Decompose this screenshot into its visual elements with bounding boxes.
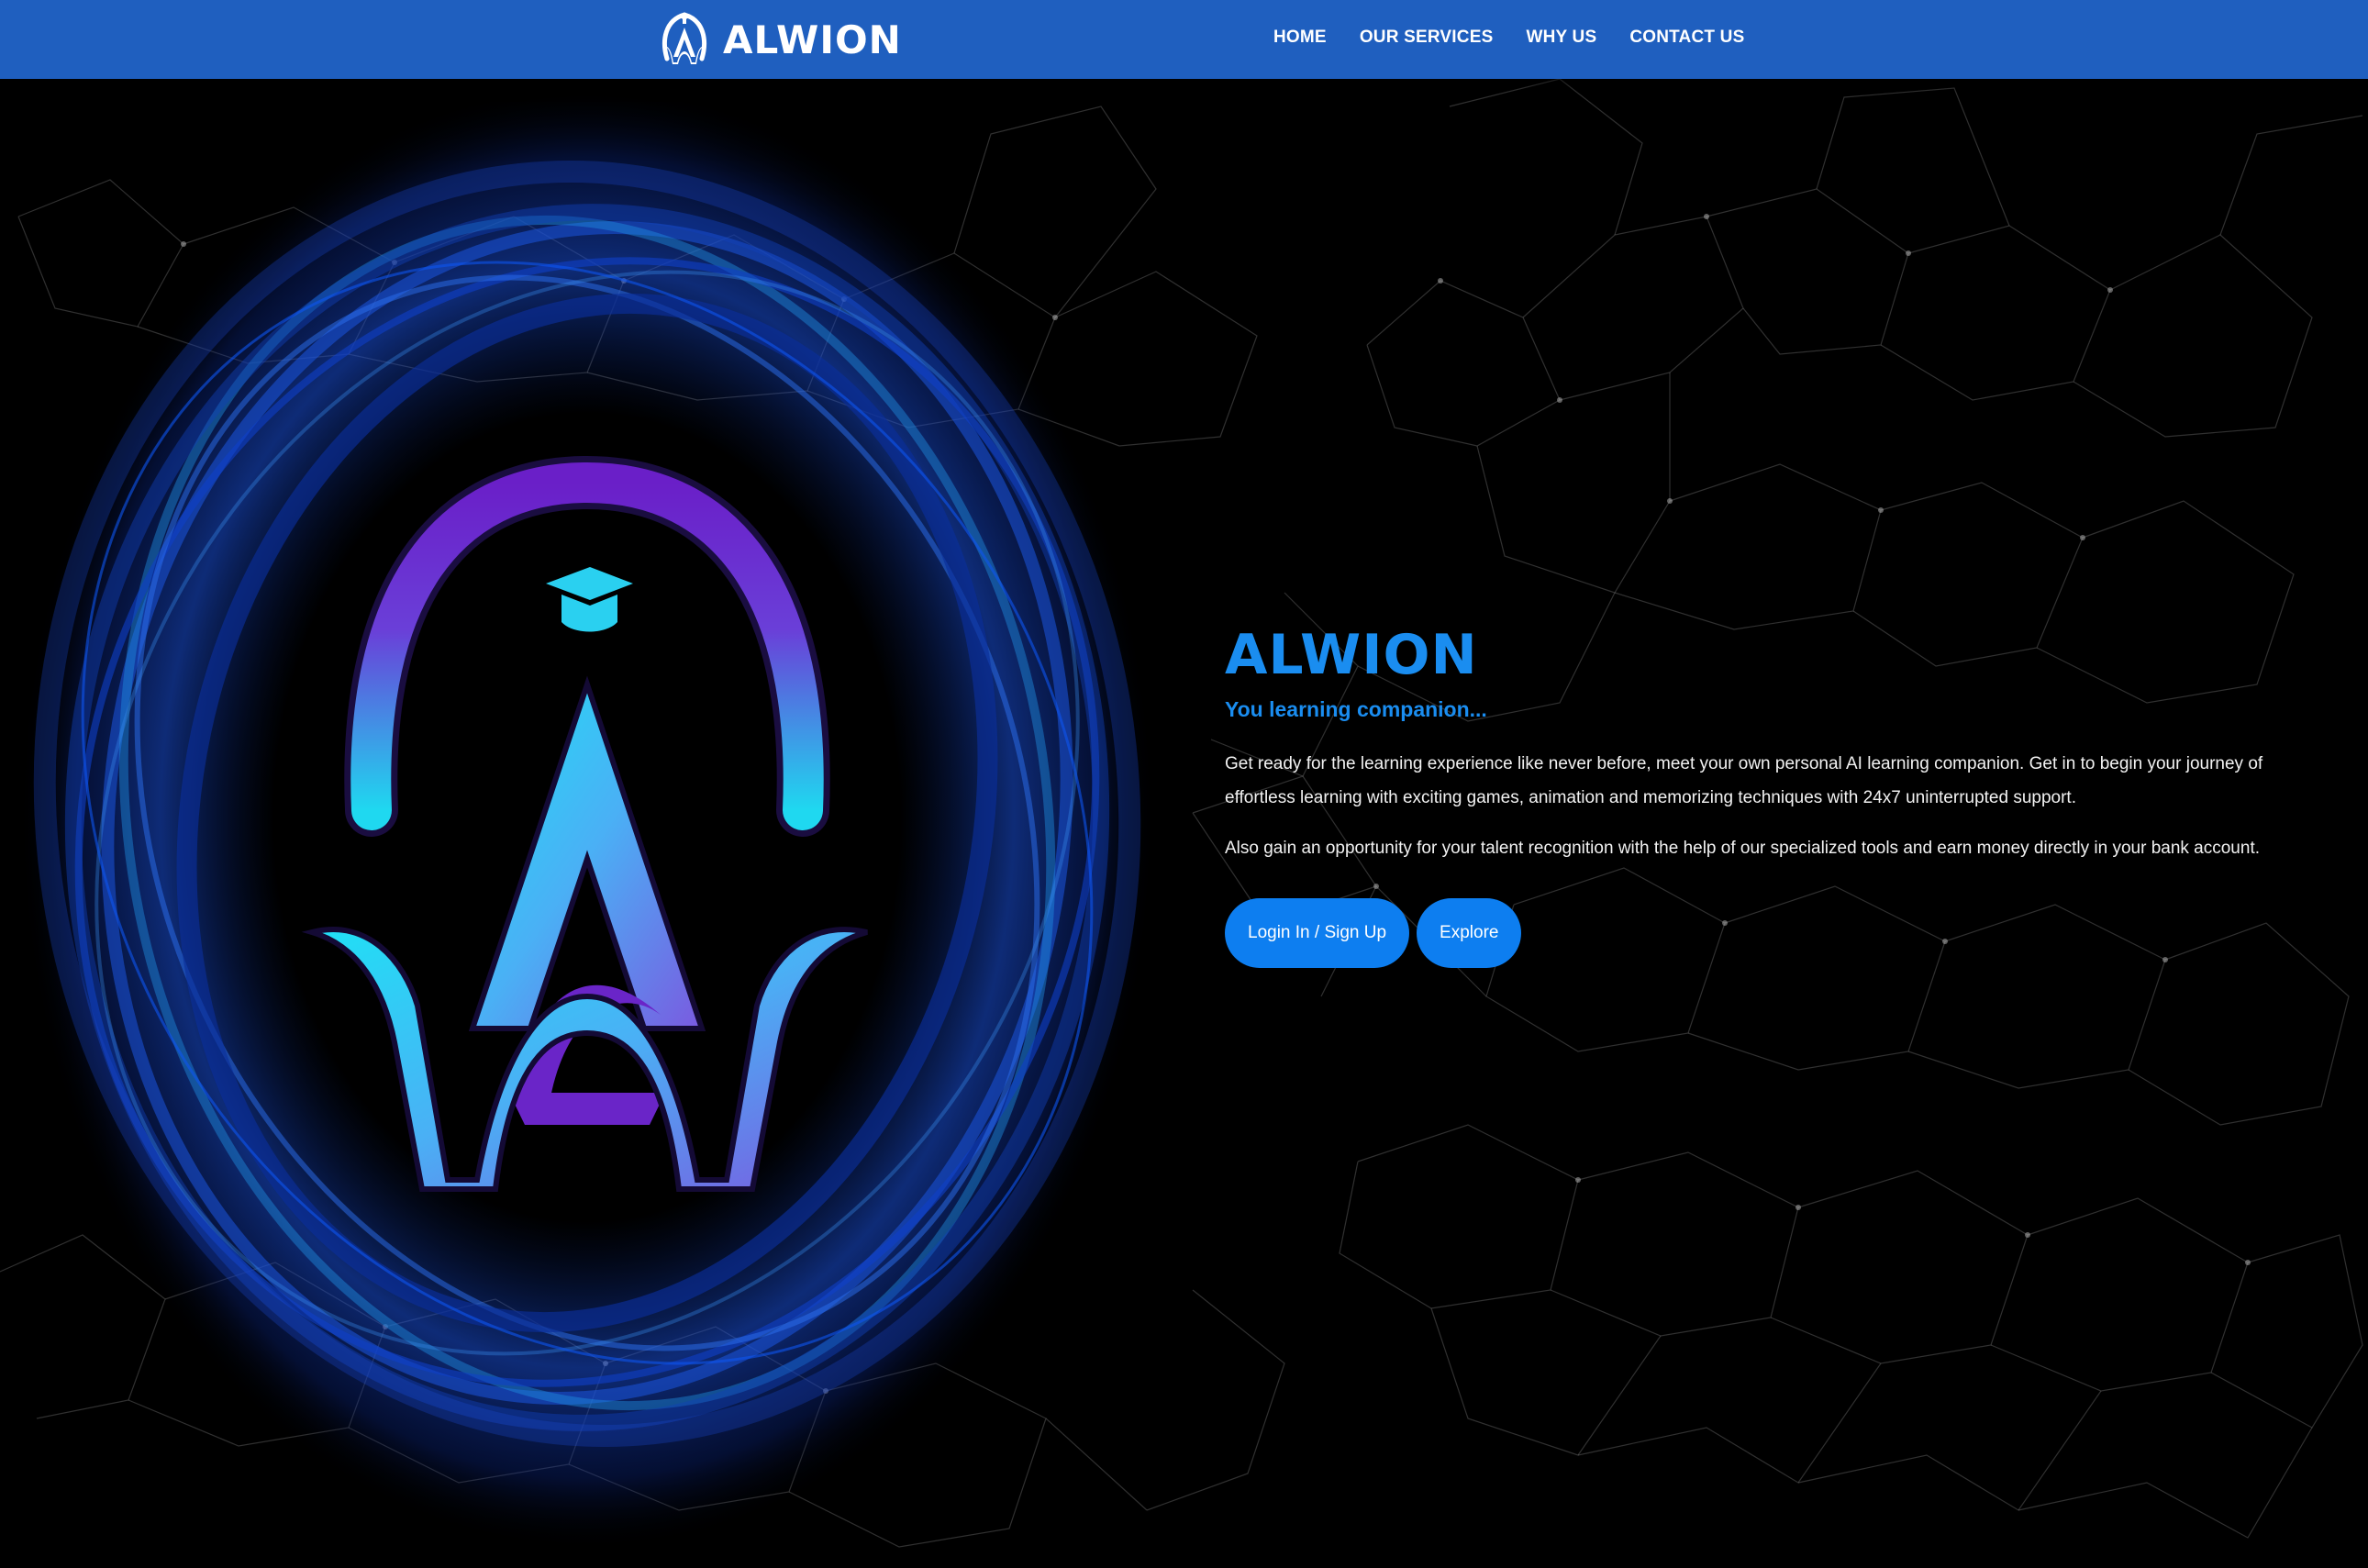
hero-title: ALWION	[1225, 623, 1478, 687]
brand-home-link[interactable]: ALWION	[659, 6, 902, 73]
top-navigation-bar: ALWION HOME OUR SERVICES WHY US CONTACT …	[0, 0, 2368, 79]
login-signup-button[interactable]: Login In / Sign Up	[1225, 898, 1410, 968]
nav-item-home: HOME	[1273, 28, 1327, 48]
nav-contact-us-link[interactable]: CONTACT US	[1629, 28, 1744, 47]
main-nav: HOME OUR SERVICES WHY US CONTACT US	[1273, 0, 1777, 75]
hero-description: Get ready for the learning experience li…	[1225, 754, 2263, 807]
hero-description-secondary: Also gain an opportunity for your talent…	[1225, 839, 2260, 858]
hero-subtitle: You learning companion...	[1225, 697, 1487, 721]
nav-our-services-link[interactable]: OUR SERVICES	[1360, 28, 1494, 47]
alwion-emblem	[18, 83, 1156, 1551]
hero-actions: Login In / Sign Up Explore	[1225, 898, 2335, 968]
alwion-logo-icon	[662, 12, 706, 64]
nav-home-link[interactable]: HOME	[1273, 28, 1327, 47]
hero-section: ALWION You learning companion... Get rea…	[1225, 620, 2335, 968]
explore-button[interactable]: Explore	[1417, 898, 1522, 968]
nav-item-services: OUR SERVICES	[1360, 28, 1494, 48]
nav-item-contact: CONTACT US	[1629, 28, 1744, 48]
nav-why-us-link[interactable]: WHY US	[1526, 28, 1596, 47]
nav-item-why-us: WHY US	[1526, 28, 1596, 48]
brand-name: ALWION	[723, 17, 902, 62]
